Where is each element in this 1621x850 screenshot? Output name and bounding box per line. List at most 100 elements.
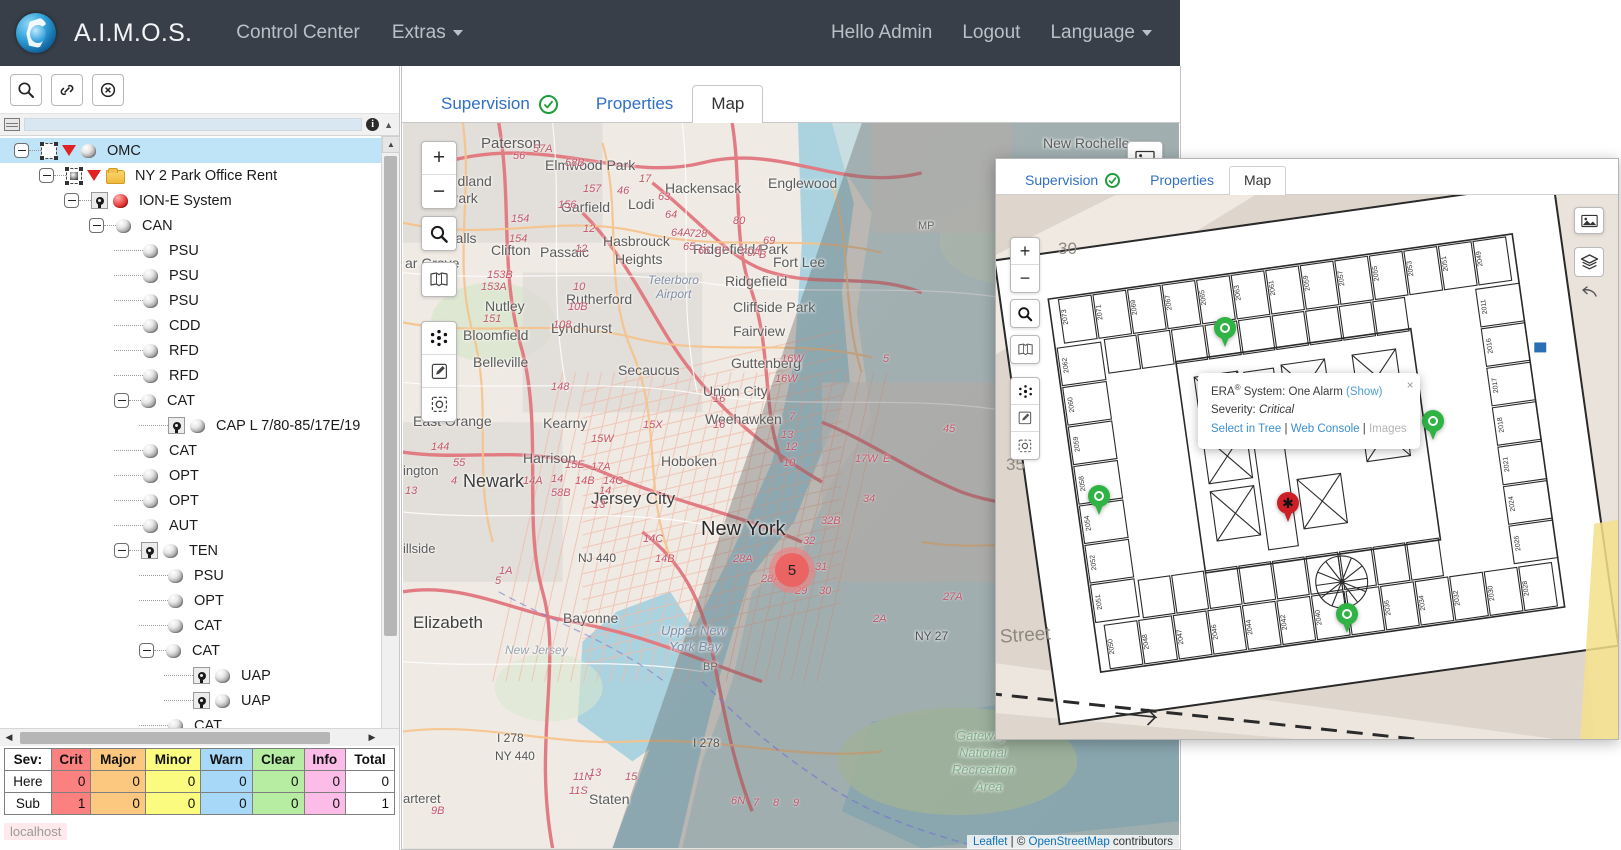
osm-link[interactable]: OpenStreetMap [1029, 836, 1110, 848]
scroll-right-icon[interactable]: ▶ [363, 729, 381, 747]
tree-node-cat[interactable]: CAT [0, 613, 381, 638]
search-icon[interactable] [10, 73, 42, 106]
tree-node-label: OPT [169, 467, 199, 484]
tree-node-aut[interactable]: AUT [0, 513, 381, 538]
floorplan-marker-green-2[interactable] [1422, 410, 1444, 440]
tree-node-label: PSU [169, 292, 199, 309]
map-cluster-marker[interactable]: 5 [769, 547, 815, 593]
tree-collapse-toggle[interactable] [139, 643, 154, 658]
nav-extras[interactable]: Extras [378, 14, 477, 52]
close-icon[interactable]: × [1407, 376, 1414, 395]
tree-connector [139, 575, 168, 576]
floorplan-marker-green-3[interactable] [1088, 485, 1110, 515]
popup-system-text: System: One Alarm [1243, 385, 1343, 398]
fw-tab-properties[interactable]: Properties [1135, 166, 1229, 195]
severity-col-total: Total [344, 748, 396, 771]
tree-node-opt[interactable]: OPT [0, 488, 381, 513]
sort-arrow-icon[interactable]: ▲ [384, 120, 393, 130]
tree-node-ten[interactable]: TEN [0, 538, 381, 563]
tree-node-uap[interactable]: UAP [0, 663, 381, 688]
tree-node-psu[interactable]: PSU [0, 563, 381, 588]
map-book-icon[interactable] [422, 263, 456, 296]
tree-vertical-scrollbar[interactable]: ▲ [381, 136, 400, 728]
info-icon[interactable]: i [366, 118, 380, 131]
tree-collapse-toggle[interactable] [39, 168, 54, 183]
map-tool-control [421, 321, 457, 422]
fw-tab-supervision-label: Supervision [1025, 172, 1099, 188]
tree-node-psu[interactable]: PSU [0, 238, 381, 263]
device-ball-icon [143, 318, 158, 333]
floorplan-tabstrip: Supervision Properties Map [996, 159, 1618, 195]
popup-select-in-tree-link[interactable]: Select in Tree [1211, 423, 1281, 435]
floorplan-marker-green-1[interactable] [1214, 317, 1236, 347]
tree-node-rfd[interactable]: RFD [0, 363, 381, 388]
tree-node-cat[interactable]: CAT [0, 438, 381, 463]
floorplan-marker-green-4[interactable] [1336, 603, 1358, 633]
fit-bounds-icon[interactable] [422, 388, 456, 421]
zoom-in-button[interactable]: + [422, 142, 456, 175]
tree-node-cat[interactable]: CAT [0, 638, 381, 663]
fw-tab-map[interactable]: Map [1228, 166, 1287, 195]
fw-tab-supervision[interactable]: Supervision [1010, 166, 1135, 195]
tab-supervision[interactable]: Supervision [422, 85, 577, 123]
cluster-icon[interactable] [422, 322, 456, 355]
tree-node-omc[interactable]: OMC [0, 138, 381, 163]
tree-collapse-toggle[interactable] [89, 218, 104, 233]
device-ball-icon [143, 268, 158, 283]
tree-node-label: CAT [194, 617, 222, 634]
tree-node-psu[interactable]: PSU [0, 288, 381, 313]
nav-control-center[interactable]: Control Center [222, 14, 374, 52]
tree-node-psu[interactable]: PSU [0, 263, 381, 288]
tree-node-opt[interactable]: OPT [0, 588, 381, 613]
tree-node-cat[interactable]: CAT [0, 388, 381, 413]
search-icon[interactable] [422, 217, 456, 250]
tree-connector [79, 200, 91, 201]
tree-collapse-toggle[interactable] [14, 143, 29, 158]
popup-sep-2: | [1359, 423, 1369, 436]
scroll-up-icon[interactable]: ▲ [382, 136, 400, 153]
zoom-out-button[interactable]: − [422, 175, 456, 208]
hscrollbar-thumb[interactable] [20, 732, 330, 744]
floorplan-canvas[interactable]: 2073 2071 2069 2067 2065 2063 2061 2059 2057 2055… [996, 195, 1618, 739]
tree-node-label: TEN [189, 542, 218, 559]
alarm-ball-icon [113, 193, 128, 208]
nav-logout[interactable]: Logout [948, 14, 1034, 52]
scroll-left-icon[interactable]: ◀ [0, 729, 18, 747]
tree-header-bar[interactable] [24, 118, 363, 131]
tree-node-ion-e-system[interactable]: ION-E System [0, 188, 381, 213]
floorplan-marker-red-1[interactable]: ✱ [1277, 492, 1299, 522]
link-icon[interactable] [51, 73, 83, 106]
tree-node-opt[interactable]: OPT [0, 463, 381, 488]
map-attribution: Leaflet | © OpenStreetMap contributors [966, 835, 1179, 849]
severity-table: Sev: Crit Major Minor Warn Clear Info Total Her… [4, 748, 396, 815]
tab-map[interactable]: Map [692, 85, 764, 123]
cancel-icon[interactable] [92, 73, 124, 106]
tree-node-rfd[interactable]: RFD [0, 338, 381, 363]
severity-cell: 0 [50, 770, 92, 793]
popup-sep-1: | [1281, 423, 1291, 436]
nav-language[interactable]: Language [1036, 14, 1166, 52]
tree-node-cap-l-7-80-85-17e-19[interactable]: CAP L 7/80-85/17E/19 [0, 413, 381, 438]
popup-registered-mark: ® [1234, 383, 1241, 392]
tree-collapse-toggle[interactable] [114, 393, 129, 408]
tree-node-cat[interactable]: CAT [0, 713, 381, 728]
tree-node-uap[interactable]: UAP [0, 688, 381, 713]
tree-node-ny-2-park-office-rent[interactable]: NY 2 Park Office Rent [0, 163, 381, 188]
scrollbar-thumb[interactable] [384, 156, 397, 636]
chevron-down-icon [452, 29, 463, 36]
leaflet-link[interactable]: Leaflet [973, 836, 1008, 848]
popup-web-console-link[interactable]: Web Console [1291, 423, 1360, 435]
tree-node-can[interactable]: CAN [0, 213, 381, 238]
tree-collapse-toggle[interactable] [114, 543, 129, 558]
tree-collapse-toggle[interactable] [64, 193, 79, 208]
tree-horizontal-scrollbar[interactable]: ◀ ▶ [0, 728, 399, 746]
edit-icon[interactable] [422, 355, 456, 388]
tree-connector [129, 550, 141, 551]
popup-show-link[interactable]: (Show) [1346, 386, 1382, 398]
tree-toolbar [0, 66, 399, 114]
nav-hello-admin[interactable]: Hello Admin [817, 14, 946, 52]
severity-cell: 0 [251, 792, 305, 815]
tree-node-cdd[interactable]: CDD [0, 313, 381, 338]
tab-properties[interactable]: Properties [577, 85, 692, 123]
severity-row-label: Here [4, 770, 52, 793]
